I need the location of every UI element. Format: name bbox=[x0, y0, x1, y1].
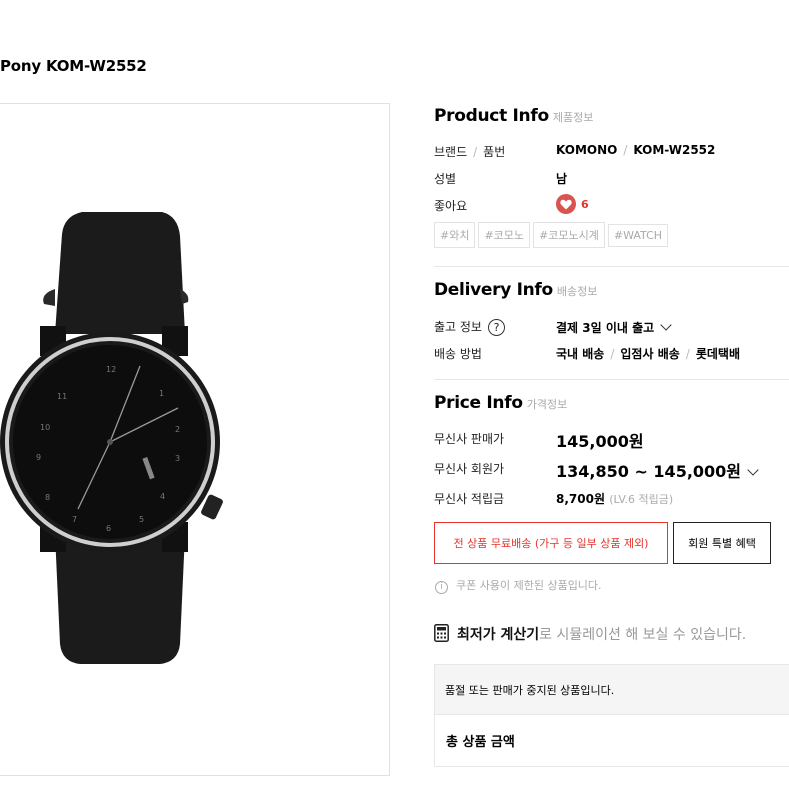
svg-text:10: 10 bbox=[40, 423, 50, 432]
product-info-title: Product Info bbox=[434, 106, 549, 126]
sale-price-label: 무신사 판매가 bbox=[434, 432, 505, 446]
shipping-method: 롯데택배 bbox=[695, 347, 740, 361]
divider bbox=[434, 266, 789, 267]
svg-text:3: 3 bbox=[175, 454, 180, 463]
calculator-text: 로 시뮬레이션 해 보실 수 있습니다. bbox=[539, 627, 747, 643]
brand-label: 브랜드 bbox=[434, 145, 468, 159]
points-label: 무신사 적립금 bbox=[434, 492, 505, 506]
sku-label: 품번 bbox=[483, 145, 506, 159]
tag-list: #와치 #코모노 #코모노시계 #WATCH bbox=[434, 222, 671, 248]
svg-text:6: 6 bbox=[106, 524, 111, 533]
shipping-method-row: 배송 방법 국내 배송 / 입점사 배송 / 롯데택배 bbox=[434, 345, 789, 365]
separator: / bbox=[623, 143, 628, 157]
gender-row: 성별 남 bbox=[434, 170, 789, 190]
sale-price: 145,000원 bbox=[556, 432, 644, 451]
brand-sku-row: 브랜드 / 품번 KOMONO / KOM-W2552 bbox=[434, 143, 789, 163]
free-shipping-button[interactable]: 전 상품 무료배송 (가구 등 일부 상품 제외) bbox=[434, 522, 668, 564]
price-info-heading: Price Info 가격정보 bbox=[434, 393, 567, 413]
product-image-frame: 12 1 2 3 4 5 6 7 8 9 10 11 bbox=[0, 103, 390, 776]
brand-link[interactable]: KOMONO bbox=[556, 143, 617, 157]
points-row: 무신사 적립금 8,700원 (LV.6 적립금) bbox=[434, 490, 789, 510]
likes-label: 좋아요 bbox=[434, 199, 468, 213]
svg-text:12: 12 bbox=[106, 365, 116, 374]
dispatch-label: 출고 정보 bbox=[434, 320, 482, 334]
tag-link[interactable]: #WATCH bbox=[607, 224, 669, 247]
chevron-down-icon[interactable] bbox=[660, 319, 672, 331]
points-value: 8,700원 bbox=[556, 492, 605, 506]
tag-link[interactable]: #코모노 bbox=[478, 222, 531, 248]
gender-label: 성별 bbox=[434, 172, 457, 186]
svg-text:1: 1 bbox=[159, 389, 164, 398]
tag-link[interactable]: #코모노시계 bbox=[533, 222, 605, 248]
calculator-link[interactable]: 최저가 계산기 bbox=[457, 627, 539, 643]
member-price[interactable]: 134,850 ~ 145,000원 bbox=[556, 462, 741, 481]
chevron-down-icon[interactable] bbox=[747, 464, 759, 476]
shipping-method: 국내 배송 bbox=[556, 347, 605, 361]
gender-value: 남 bbox=[556, 172, 568, 186]
dispatch-row: 출고 정보? 결제 3일 이내 출고 bbox=[434, 316, 789, 338]
shipping-method-label: 배송 방법 bbox=[434, 347, 482, 361]
dispatch-value[interactable]: 결제 3일 이내 출고 bbox=[556, 321, 654, 335]
delivery-info-title: Delivery Info bbox=[434, 280, 553, 300]
help-icon[interactable]: ? bbox=[487, 319, 505, 336]
soldout-notice: 품절 또는 판매가 중지된 상품입니다. bbox=[434, 664, 789, 715]
divider bbox=[434, 379, 789, 380]
svg-text:8: 8 bbox=[45, 493, 50, 502]
calculator-icon bbox=[434, 624, 449, 646]
shipping-method: 입점사 배송 bbox=[620, 347, 680, 361]
product-image[interactable]: 12 1 2 3 4 5 6 7 8 9 10 11 bbox=[0, 104, 389, 775]
product-info-heading: Product Info 제품정보 bbox=[434, 106, 593, 126]
sku-value: KOM-W2552 bbox=[633, 143, 716, 157]
svg-text:5: 5 bbox=[139, 515, 144, 524]
points-note: (LV.6 적립금) bbox=[609, 493, 674, 506]
svg-text:9: 9 bbox=[36, 453, 41, 462]
likes-row: 좋아요 6 bbox=[434, 194, 789, 216]
member-benefit-button[interactable]: 회원 특별 혜택 bbox=[673, 522, 771, 564]
price-calculator-row[interactable]: 최저가 계산기로 시뮬레이션 해 보실 수 있습니다. bbox=[434, 624, 746, 646]
delivery-info-subtitle: 배송정보 bbox=[556, 285, 598, 298]
svg-text:7: 7 bbox=[72, 515, 77, 524]
product-info-subtitle: 제품정보 bbox=[552, 111, 594, 124]
total-amount-label: 총 상품 금액 bbox=[434, 715, 789, 767]
price-info-subtitle: 가격정보 bbox=[526, 398, 568, 411]
member-price-row: 무신사 회원가 134,850 ~ 145,000원 bbox=[434, 458, 789, 482]
svg-text:11: 11 bbox=[57, 392, 67, 401]
product-title: Pony KOM-W2552 bbox=[0, 57, 147, 75]
price-info-title: Price Info bbox=[434, 393, 523, 413]
svg-text:2: 2 bbox=[175, 425, 180, 434]
info-icon: i bbox=[435, 581, 448, 594]
coupon-notice-text: 쿠폰 사용이 제한된 상품입니다. bbox=[456, 579, 602, 592]
member-price-label: 무신사 회원가 bbox=[434, 462, 505, 476]
delivery-info-heading: Delivery Info 배송정보 bbox=[434, 280, 597, 300]
separator: / bbox=[610, 347, 615, 361]
heart-icon[interactable] bbox=[556, 194, 576, 214]
like-count: 6 bbox=[581, 197, 589, 211]
sale-price-row: 무신사 판매가 145,000원 bbox=[434, 428, 789, 452]
separator: / bbox=[685, 347, 690, 361]
separator: / bbox=[473, 145, 478, 159]
coupon-notice: i 쿠폰 사용이 제한된 상품입니다. bbox=[435, 577, 602, 594]
tag-link[interactable]: #와치 bbox=[434, 222, 476, 248]
svg-text:4: 4 bbox=[160, 492, 165, 501]
